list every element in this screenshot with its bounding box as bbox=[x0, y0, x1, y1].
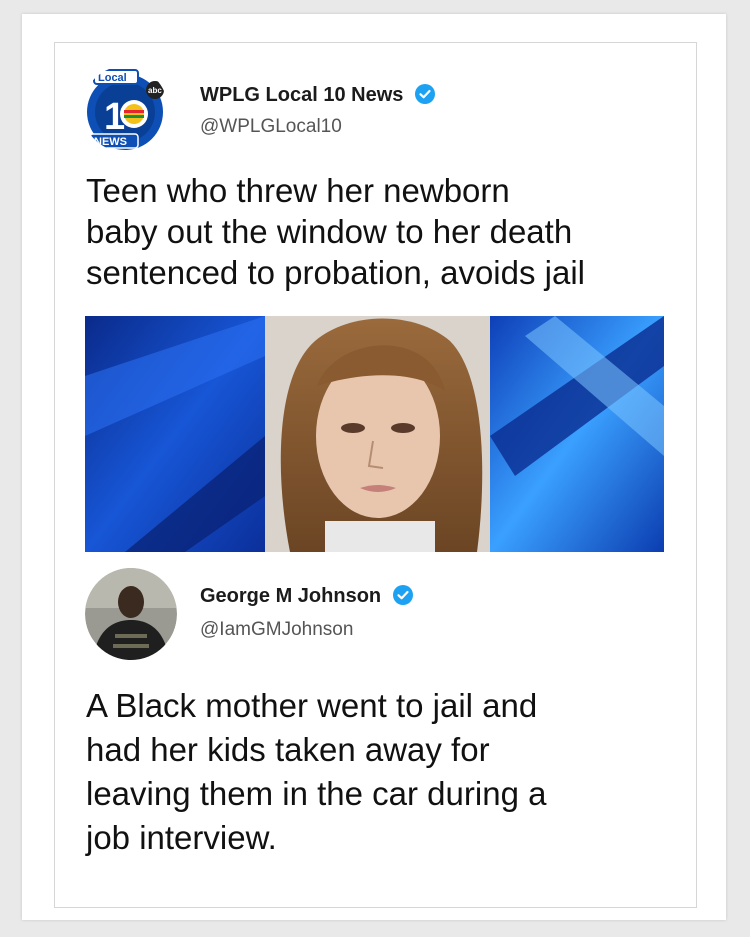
george-johnson-avatar[interactable] bbox=[85, 568, 177, 660]
george-johnson-display-name-text: George M Johnson bbox=[200, 585, 382, 607]
mugshot-photo-icon bbox=[85, 316, 664, 552]
svg-text:Local: Local bbox=[98, 72, 127, 84]
george-johnson-tweet-text: A Black mother went to jail and had her … bbox=[86, 687, 547, 856]
george-johnson-handle[interactable]: @IamGMJohnson bbox=[200, 619, 353, 641]
local10-logo-icon: 1 Local abc NEWS bbox=[82, 66, 168, 152]
profile-photo-icon bbox=[85, 568, 177, 660]
verified-badge-icon bbox=[392, 585, 413, 606]
verified-badge-icon bbox=[414, 84, 435, 105]
svg-text:abc: abc bbox=[148, 86, 162, 95]
george-johnson-display-name[interactable]: George M Johnson bbox=[200, 585, 413, 608]
wplg-tweet-text: Teen who threw her newborn baby out the … bbox=[86, 172, 585, 291]
wplg-display-name[interactable]: WPLG Local 10 News bbox=[200, 84, 435, 107]
tweet-media-image[interactable] bbox=[85, 316, 664, 552]
wplg-display-name-text: WPLG Local 10 News bbox=[200, 84, 404, 106]
wplg-avatar[interactable]: 1 Local abc NEWS bbox=[82, 66, 168, 152]
wplg-handle[interactable]: @WPLGLocal10 bbox=[200, 116, 342, 138]
